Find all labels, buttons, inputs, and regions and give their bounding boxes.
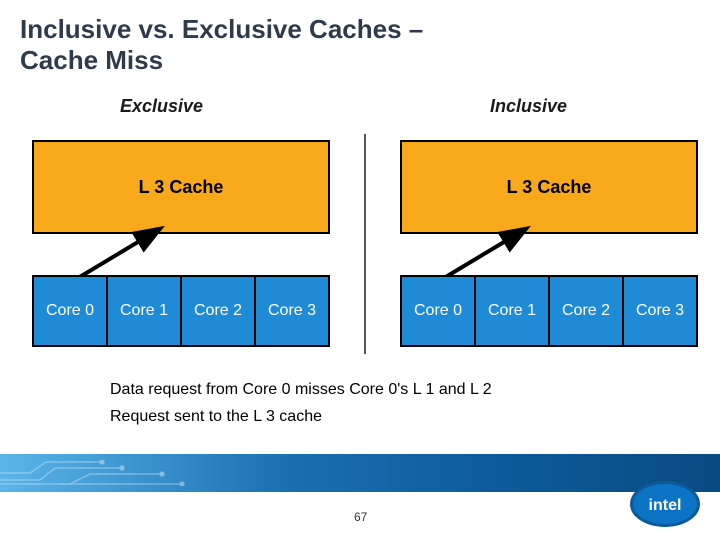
bullet-1: Data request from Core 0 misses Core 0's… <box>110 376 492 403</box>
right-heading: Inclusive <box>490 96 567 117</box>
core-right-3: Core 3 <box>624 275 698 347</box>
circuit-trace-decoration <box>0 460 280 486</box>
l3-cache-box-right: L 3 Cache <box>400 140 698 234</box>
core-right-1: Core 1 <box>476 275 550 347</box>
core-right-2: Core 2 <box>550 275 624 347</box>
footer-band <box>0 454 720 492</box>
bullet-list: Data request from Core 0 misses Core 0's… <box>110 376 492 430</box>
l3-cache-box-left: L 3 Cache <box>32 140 330 234</box>
left-heading: Exclusive <box>120 96 203 117</box>
intel-logo: intel <box>630 478 700 528</box>
l3-cache-label-right: L 3 Cache <box>507 177 592 198</box>
cores-row-right: Core 0 Core 1 Core 2 Core 3 <box>400 275 698 347</box>
slide-title: Inclusive vs. Exclusive Caches – Cache M… <box>20 14 423 76</box>
vertical-divider <box>364 134 366 354</box>
core-left-1: Core 1 <box>108 275 182 347</box>
core-left-3: Core 3 <box>256 275 330 347</box>
title-line-2: Cache Miss <box>20 45 163 75</box>
bullet-2: Request sent to the L 3 cache <box>110 403 492 430</box>
core-right-0: Core 0 <box>400 275 476 347</box>
page-number: 67 <box>354 510 367 524</box>
logo-text: intel <box>649 497 682 514</box>
cores-row-left: Core 0 Core 1 Core 2 Core 3 <box>32 275 330 347</box>
title-line-1: Inclusive vs. Exclusive Caches – <box>20 14 423 44</box>
l3-cache-label-left: L 3 Cache <box>139 177 224 198</box>
core-left-0: Core 0 <box>32 275 108 347</box>
core-left-2: Core 2 <box>182 275 256 347</box>
